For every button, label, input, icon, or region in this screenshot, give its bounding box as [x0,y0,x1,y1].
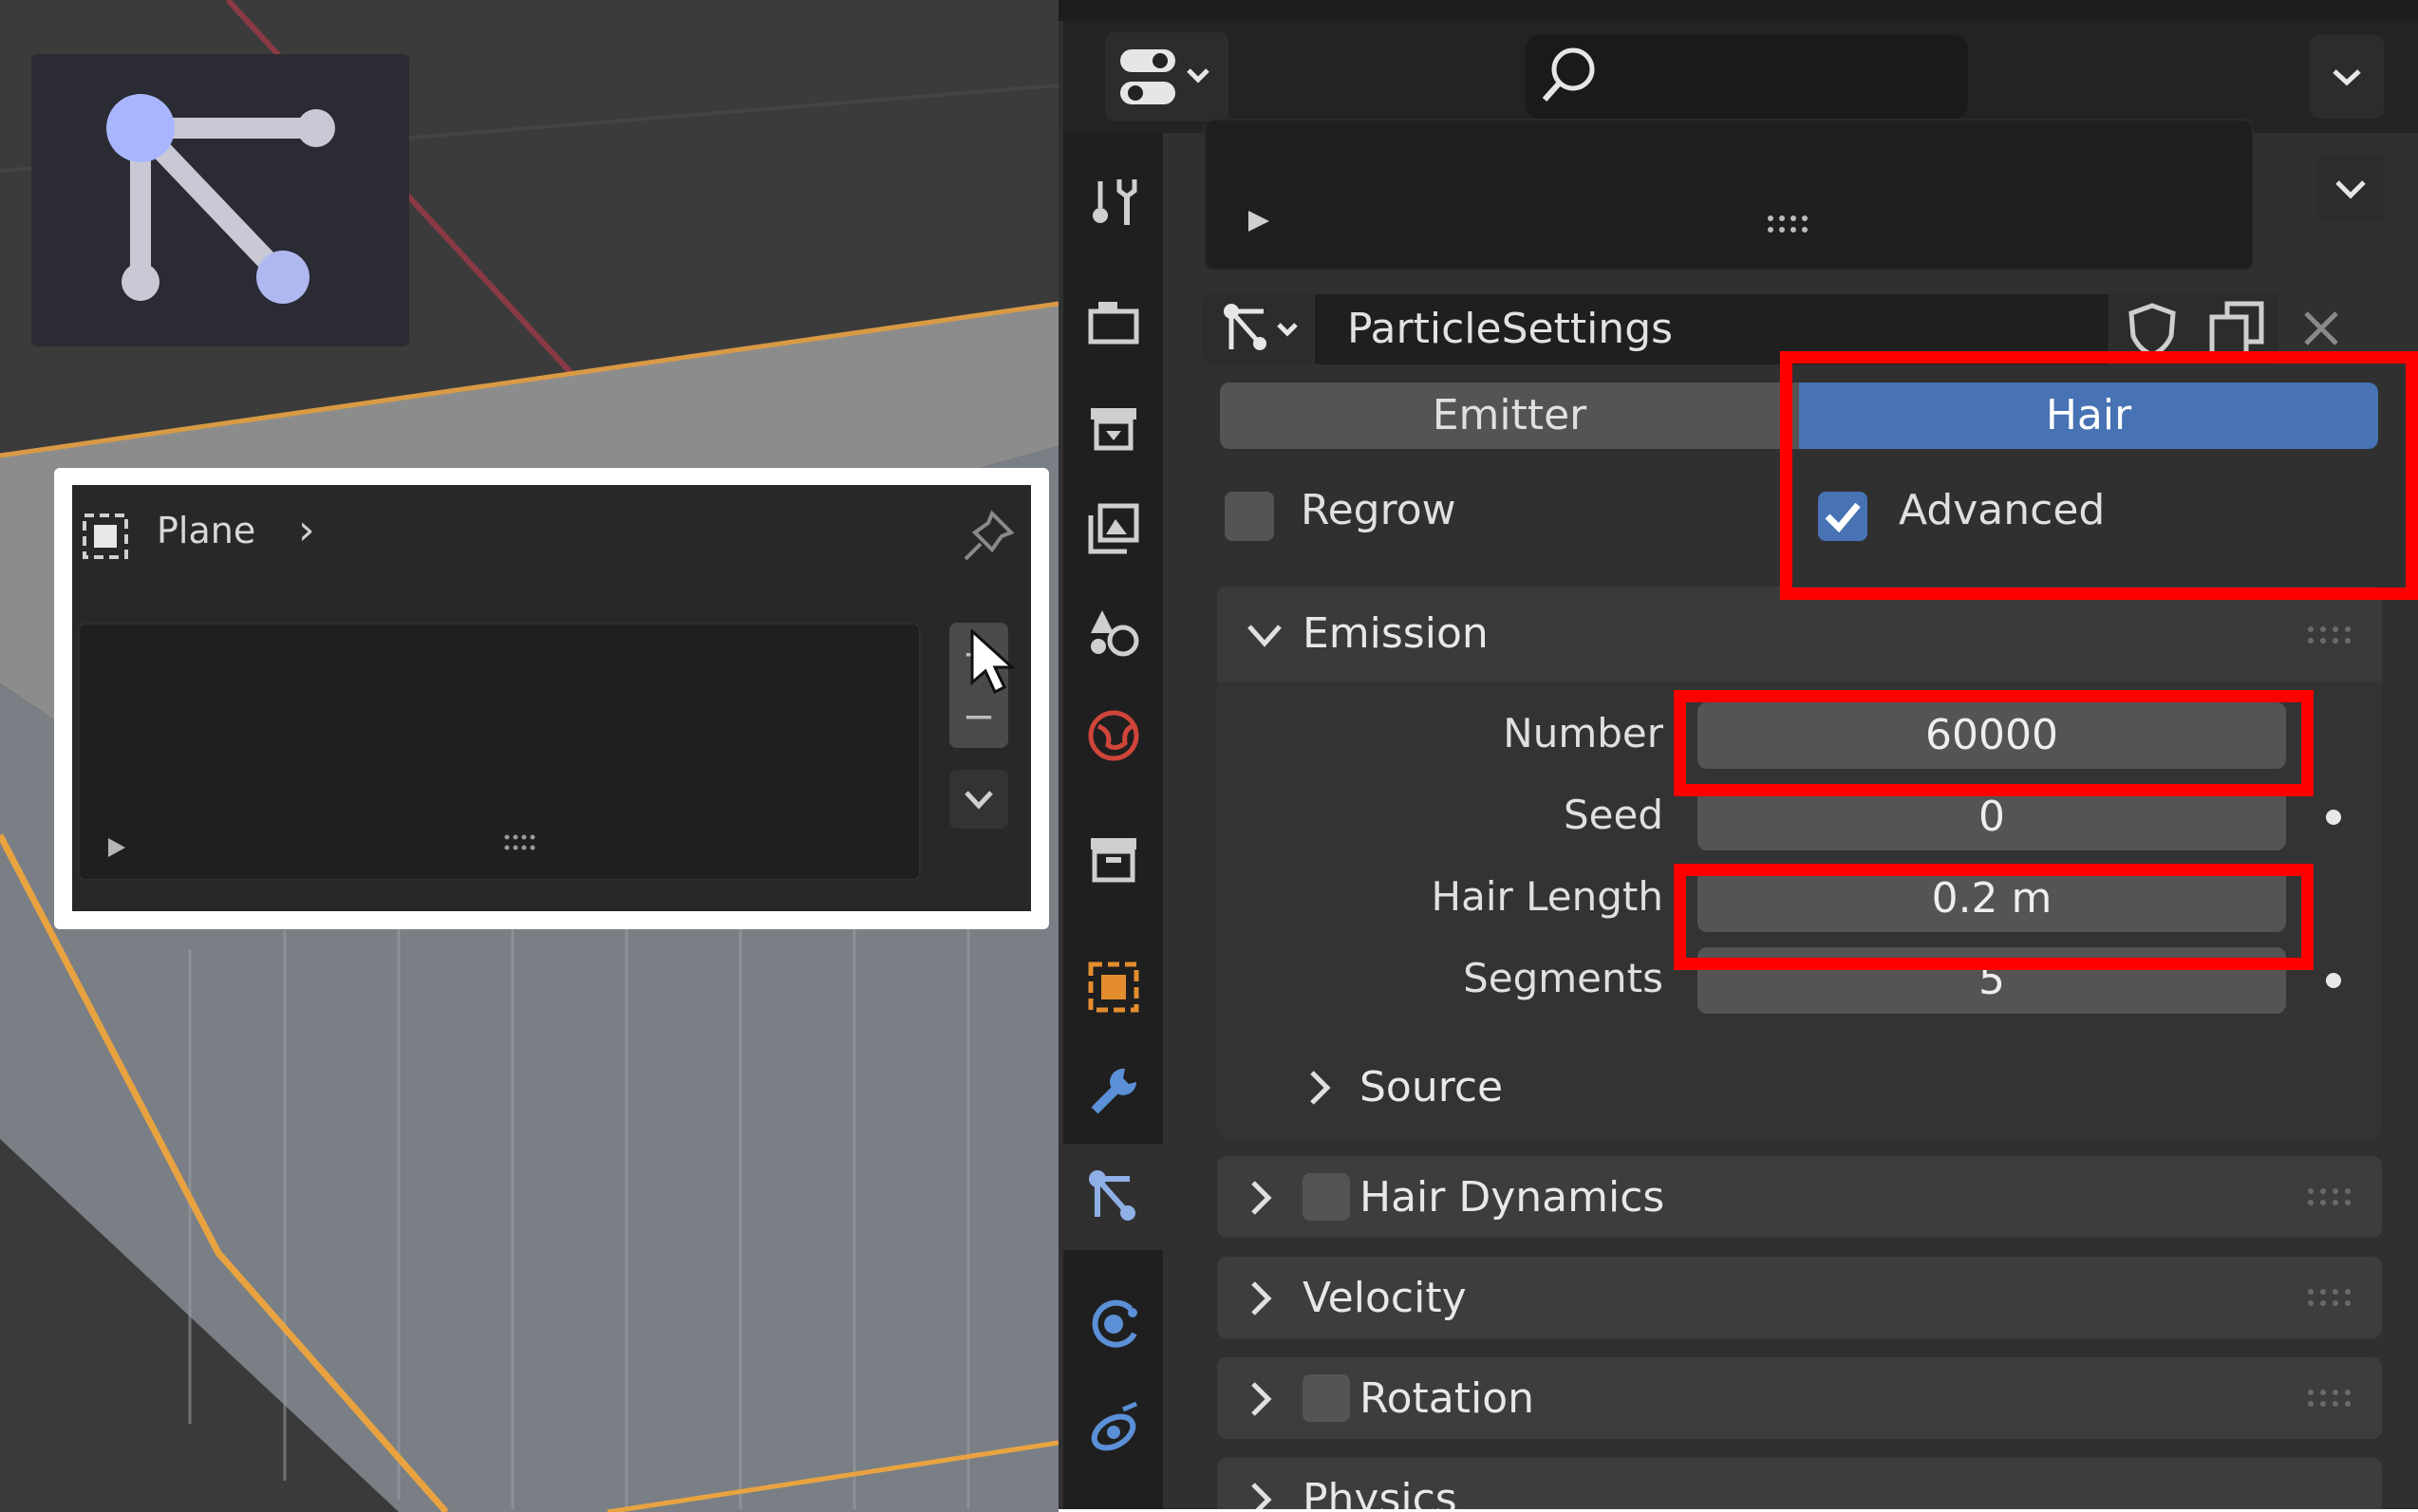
mouse-cursor-icon [970,629,1016,695]
emission-header[interactable]: Emission [1217,587,2382,681]
tab-scene[interactable] [1063,588,1163,674]
chevron-down-icon [965,791,993,810]
tab-render[interactable] [1063,280,1163,365]
pin-icon[interactable] [960,508,1017,565]
scene-icon [1090,610,1138,657]
search-icon [1542,47,1595,102]
hair-length-label: Hair Length [1431,873,1663,920]
editor-type-icon [1120,49,1209,104]
play-icon[interactable] [108,838,125,857]
tab-tool[interactable] [1063,158,1163,243]
type-emitter-button[interactable]: Emitter [1220,383,1799,449]
output-icon [1090,408,1136,451]
grip-icon[interactable] [503,831,537,854]
tab-constraints[interactable] [1063,1386,1163,1471]
tab-particles[interactable] [1063,1144,1163,1250]
properties-header [1063,21,2418,133]
emission-panel: Emission Number 60000 Seed 0 Hair Length… [1217,587,2382,1139]
number-label: Number [1503,710,1663,756]
physics-icon [1092,1299,1137,1348]
chevron-right-icon: › [298,506,315,554]
search-input[interactable] [1526,35,1968,119]
emission-title: Emission [1303,609,1489,658]
3d-viewport[interactable]: Plane › + − [0,0,1059,1512]
particle-mode-icon [31,54,409,346]
chevron-down-icon [2333,69,2361,86]
object-square-icon [83,513,128,559]
rotation-title: Rotation [1359,1374,1535,1423]
regrow-checkbox[interactable] [1225,492,1274,541]
inset-header: Plane › [72,485,1031,599]
chevron-right-icon [1251,1483,1272,1512]
list-menu-button[interactable] [2316,154,2385,222]
chevron-right-icon [1251,1382,1272,1416]
hair-dynamics-title: Hair Dynamics [1359,1173,1665,1222]
grip-icon[interactable] [2306,1285,2353,1310]
hair-dynamics-panel[interactable]: Hair Dynamics [1217,1156,2382,1238]
seed-label: Seed [1564,792,1663,838]
chevron-down-icon [2335,180,2366,199]
particle-system-list[interactable] [78,623,921,881]
physics-title: Physics [1303,1475,1457,1512]
velocity-panel[interactable]: Velocity [1217,1257,2382,1338]
segments-label: Segments [1463,955,1663,1001]
keyframe-dot-icon[interactable] [2326,973,2341,988]
render-icon [1088,302,1138,345]
velocity-title: Velocity [1303,1274,1467,1322]
object-data-inset: Plane › + − [54,468,1049,929]
tab-view-layer[interactable] [1063,486,1163,571]
object-name: Plane [157,510,256,551]
tab-physics[interactable] [1063,1281,1163,1367]
chevron-down-icon [1247,625,1282,647]
source-subpanel-header[interactable]: Source [1217,1042,2382,1139]
highlight-hair-length-field [1674,864,2314,970]
play-icon[interactable] [1248,211,1269,232]
editor-type-button[interactable] [1105,32,1228,121]
keyframe-dot-icon[interactable] [2326,810,2341,825]
rotation-panel[interactable]: Rotation [1217,1357,2382,1439]
particle-properties-content: ParticleSettings Emitter Hair Regrow Adv… [1187,119,2418,1512]
tab-modifiers[interactable] [1063,1049,1163,1134]
grip-icon[interactable] [2306,1185,2353,1209]
grip-icon[interactable] [2306,1386,2353,1410]
constraints-icon [1091,1401,1137,1451]
physics-panel[interactable]: Physics [1217,1458,2382,1512]
chevron-right-icon [1251,1281,1272,1316]
rotation-checkbox[interactable] [1303,1374,1350,1422]
highlight-hair-advanced [1780,351,2418,600]
wrench-icon [1090,1068,1136,1114]
chevron-right-icon [1251,1181,1272,1215]
highlight-number-field [1674,690,2314,796]
list-menu-button[interactable] [949,770,1008,829]
particles-icon [1088,1170,1135,1221]
chevron-right-icon [1310,1071,1331,1105]
view-layer-icon [1088,503,1138,554]
source-title: Source [1359,1063,1504,1111]
header-options-button[interactable] [2310,35,2384,119]
tool-icon [1092,179,1136,225]
top-border [1059,0,2418,21]
particles-icon [1224,304,1298,350]
regrow-label: Regrow [1301,486,1456,534]
inset-panel: Plane › + − [72,485,1031,911]
particle-systems-list[interactable] [1204,119,2254,271]
particle-settings-browse[interactable] [1203,294,1313,364]
hair-dynamics-checkbox[interactable] [1303,1173,1350,1221]
grip-icon[interactable] [1766,212,1809,236]
grip-icon[interactable] [2306,623,2353,647]
tab-output[interactable] [1063,384,1163,470]
